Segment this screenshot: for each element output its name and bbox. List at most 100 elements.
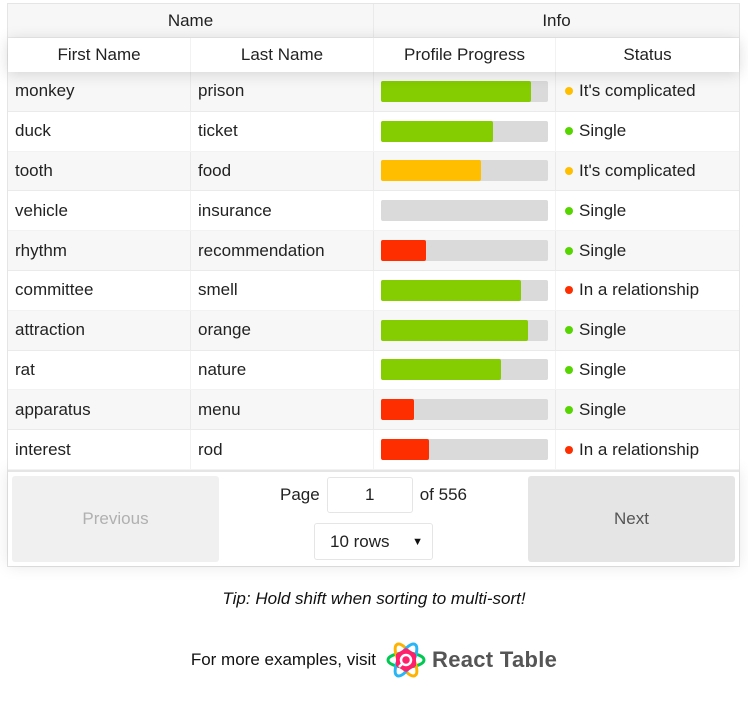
table-row: interest rod In a relationship bbox=[8, 430, 739, 470]
cell-first-name: attraction bbox=[8, 310, 191, 350]
footer-text: For more examples, visit bbox=[190, 650, 376, 669]
table-row: duck ticket Single bbox=[8, 111, 739, 152]
table-row: rat nature Single bbox=[8, 350, 739, 391]
cell-profile-progress bbox=[374, 231, 556, 270]
next-button[interactable]: Next bbox=[528, 475, 735, 562]
cell-profile-progress bbox=[374, 72, 556, 111]
progress-bar-track bbox=[381, 80, 548, 102]
progress-bar-fill bbox=[381, 80, 532, 102]
table-row: monkey prison It's complicated bbox=[8, 72, 739, 112]
progress-bar-track bbox=[381, 439, 548, 461]
cell-status: Single bbox=[556, 191, 739, 230]
group-header-name: Name bbox=[8, 4, 374, 37]
status-dot-icon bbox=[565, 246, 573, 255]
progress-bar-fill bbox=[381, 359, 502, 381]
progress-bar-track bbox=[381, 200, 548, 222]
cell-first-name: rat bbox=[8, 350, 191, 390]
progress-bar-track bbox=[381, 359, 548, 381]
column-header-last-name[interactable]: Last Name bbox=[191, 38, 374, 72]
status-text: Single bbox=[579, 320, 627, 340]
table-row: attraction orange Single bbox=[8, 310, 739, 351]
react-table-link[interactable]: React Table bbox=[386, 640, 557, 680]
column-header-first-name[interactable]: First Name bbox=[8, 38, 191, 72]
cell-profile-progress bbox=[374, 270, 556, 310]
page-controls: Page 1 of 556 10 rows ▼ bbox=[219, 476, 528, 562]
progress-bar-track bbox=[381, 399, 548, 421]
cell-profile-progress bbox=[374, 390, 556, 430]
cell-profile-progress bbox=[374, 310, 556, 350]
group-header-info: Info bbox=[542, 10, 571, 30]
cell-first-name: rhythm bbox=[8, 231, 191, 270]
react-table: Name Info First Name Last Name Profile P… bbox=[7, 3, 740, 567]
cell-first-name: tooth bbox=[8, 151, 191, 191]
cell-last-name: smell bbox=[191, 270, 374, 310]
cell-first-name: vehicle bbox=[8, 191, 191, 231]
cell-status: Single bbox=[556, 112, 739, 151]
cell-status: In a relationship bbox=[556, 271, 739, 310]
status-dot-icon bbox=[565, 127, 573, 136]
status-text: It's complicated bbox=[579, 81, 696, 101]
cell-last-name: rod bbox=[191, 430, 374, 469]
table-row: committee smell In a relationship bbox=[8, 270, 739, 311]
progress-bar-fill bbox=[381, 279, 522, 301]
cell-profile-progress bbox=[374, 151, 556, 191]
footer: For more examples, visit React Table bbox=[0, 640, 748, 680]
cell-first-name: interest bbox=[8, 430, 191, 469]
cell-last-name: recommendation bbox=[191, 231, 374, 270]
status-text: Single bbox=[579, 121, 627, 141]
header-group-row: Name Info bbox=[8, 4, 739, 38]
cell-first-name: committee bbox=[8, 270, 191, 310]
cell-profile-progress bbox=[374, 430, 556, 469]
status-text: In a relationship bbox=[579, 439, 700, 459]
cell-profile-progress bbox=[374, 191, 556, 231]
cell-status: Single bbox=[556, 390, 739, 429]
cell-last-name: ticket bbox=[191, 111, 374, 151]
table-row: tooth food It's complicated bbox=[8, 151, 739, 192]
cell-profile-progress bbox=[374, 111, 556, 151]
table-row: apparatus menu Single bbox=[8, 390, 739, 431]
status-dot-icon bbox=[565, 87, 573, 96]
table-row: vehicle insurance Single bbox=[8, 191, 739, 232]
pagination-bar: Previous Page 1 of 556 10 rows ▼ Next bbox=[8, 469, 739, 566]
cell-status: Single bbox=[556, 351, 739, 390]
status-text: Single bbox=[579, 359, 627, 379]
page-label: Page bbox=[280, 485, 320, 505]
status-text: In a relationship bbox=[579, 280, 700, 300]
cell-status: It's complicated bbox=[556, 152, 739, 191]
progress-bar-track bbox=[381, 279, 548, 301]
cell-last-name: prison bbox=[191, 72, 374, 111]
cell-last-name: orange bbox=[191, 310, 374, 350]
status-dot-icon bbox=[565, 405, 573, 414]
rows-per-page-select[interactable]: 10 rows ▼ bbox=[314, 523, 433, 561]
status-dot-icon bbox=[565, 445, 573, 454]
previous-button[interactable]: Previous bbox=[12, 475, 219, 562]
status-text: It's complicated bbox=[579, 160, 696, 180]
progress-bar-fill bbox=[381, 399, 415, 421]
cell-status: In a relationship bbox=[556, 430, 739, 469]
status-dot-icon bbox=[565, 206, 573, 215]
cell-status: Single bbox=[556, 231, 739, 270]
caret-down-icon: ▼ bbox=[412, 535, 423, 548]
status-dot-icon bbox=[565, 326, 573, 335]
multi-sort-tip: Tip: Hold shift when sorting to multi-so… bbox=[222, 589, 526, 608]
status-dot-icon bbox=[565, 286, 573, 295]
table-row: rhythm recommendation Single bbox=[8, 231, 739, 271]
cell-last-name: nature bbox=[191, 350, 374, 390]
react-table-logo-icon bbox=[386, 642, 426, 678]
progress-bar-fill bbox=[381, 319, 528, 341]
progress-bar-track bbox=[381, 319, 548, 341]
total-pages-label: of 556 bbox=[419, 485, 467, 505]
progress-bar-track bbox=[381, 120, 548, 142]
progress-bar-fill bbox=[381, 160, 482, 182]
progress-bar-fill bbox=[381, 240, 427, 262]
status-dot-icon bbox=[565, 166, 573, 175]
column-header-profile-progress[interactable]: Profile Progress bbox=[374, 38, 556, 72]
progress-bar-fill bbox=[381, 439, 430, 461]
column-header-status[interactable]: Status bbox=[556, 38, 739, 72]
page-number-input[interactable]: 1 bbox=[326, 477, 413, 514]
cell-status: Single bbox=[556, 311, 739, 350]
page-info: Page 1 of 556 bbox=[280, 477, 467, 514]
cell-last-name: food bbox=[191, 151, 374, 191]
cell-last-name: menu bbox=[191, 390, 374, 430]
column-header-row: First Name Last Name Profile Progress St… bbox=[8, 38, 739, 72]
